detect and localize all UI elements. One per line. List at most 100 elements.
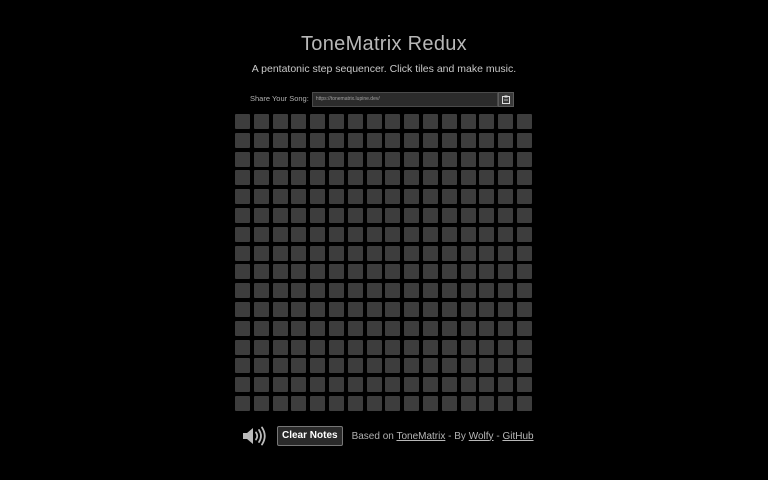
grid-tile[interactable] [441, 114, 457, 129]
grid-tile[interactable] [253, 264, 269, 280]
grid-tile[interactable] [291, 358, 307, 374]
grid-tile[interactable] [441, 264, 457, 280]
grid-tile[interactable] [366, 358, 382, 374]
grid-tile[interactable] [516, 283, 532, 299]
grid-tile[interactable] [235, 339, 250, 355]
grid-tile[interactable] [272, 320, 288, 336]
grid-tile[interactable] [272, 301, 288, 317]
grid-tile[interactable] [310, 132, 326, 148]
grid-tile[interactable] [253, 301, 269, 317]
grid-tile[interactable] [441, 339, 457, 355]
grid-tile[interactable] [422, 320, 438, 336]
grid-tile[interactable] [366, 114, 382, 129]
grid-tile[interactable] [422, 226, 438, 242]
grid-tile[interactable] [441, 283, 457, 299]
grid-tile[interactable] [516, 320, 532, 336]
grid-tile[interactable] [404, 245, 420, 261]
grid-tile[interactable] [347, 189, 363, 205]
grid-tile[interactable] [253, 132, 269, 148]
grid-tile[interactable] [272, 245, 288, 261]
grid-tile[interactable] [385, 207, 401, 223]
grid-tile[interactable] [422, 377, 438, 393]
grid-tile[interactable] [460, 132, 476, 148]
grid-tile[interactable] [385, 395, 401, 411]
grid-tile[interactable] [291, 245, 307, 261]
grid-tile[interactable] [328, 226, 344, 242]
grid-tile[interactable] [291, 264, 307, 280]
grid-tile[interactable] [291, 395, 307, 411]
grid-tile[interactable] [422, 283, 438, 299]
grid-tile[interactable] [516, 245, 532, 261]
grid-tile[interactable] [479, 283, 495, 299]
grid-tile[interactable] [385, 151, 401, 167]
grid-tile[interactable] [404, 358, 420, 374]
grid-tile[interactable] [498, 151, 514, 167]
grid-tile[interactable] [441, 377, 457, 393]
grid-tile[interactable] [498, 207, 514, 223]
grid-tile[interactable] [272, 283, 288, 299]
grid-tile[interactable] [253, 189, 269, 205]
grid-tile[interactable] [516, 226, 532, 242]
grid-tile[interactable] [366, 189, 382, 205]
grid-tile[interactable] [460, 114, 476, 129]
grid-tile[interactable] [253, 207, 269, 223]
grid-tile[interactable] [385, 132, 401, 148]
grid-tile[interactable] [328, 320, 344, 336]
github-link[interactable]: GitHub [502, 431, 533, 442]
grid-tile[interactable] [404, 151, 420, 167]
grid-tile[interactable] [422, 245, 438, 261]
grid-tile[interactable] [441, 226, 457, 242]
grid-tile[interactable] [291, 189, 307, 205]
grid-tile[interactable] [460, 395, 476, 411]
grid-tile[interactable] [385, 301, 401, 317]
grid-tile[interactable] [272, 114, 288, 129]
grid-tile[interactable] [347, 226, 363, 242]
grid-tile[interactable] [366, 132, 382, 148]
grid-tile[interactable] [516, 264, 532, 280]
grid-tile[interactable] [498, 189, 514, 205]
grid-tile[interactable] [291, 339, 307, 355]
grid-tile[interactable] [310, 377, 326, 393]
grid-tile[interactable] [498, 114, 514, 129]
grid-tile[interactable] [460, 377, 476, 393]
grid-tile[interactable] [385, 189, 401, 205]
grid-tile[interactable] [404, 395, 420, 411]
grid-tile[interactable] [498, 170, 514, 186]
grid-tile[interactable] [404, 207, 420, 223]
grid-tile[interactable] [272, 132, 288, 148]
grid-tile[interactable] [235, 189, 250, 205]
grid-tile[interactable] [235, 114, 250, 129]
grid-tile[interactable] [235, 245, 250, 261]
grid-tile[interactable] [366, 245, 382, 261]
grid-tile[interactable] [498, 377, 514, 393]
grid-tile[interactable] [498, 301, 514, 317]
grid-tile[interactable] [498, 245, 514, 261]
grid-tile[interactable] [498, 320, 514, 336]
grid-tile[interactable] [347, 207, 363, 223]
grid-tile[interactable] [479, 320, 495, 336]
grid-tile[interactable] [310, 395, 326, 411]
grid-tile[interactable] [441, 358, 457, 374]
grid-tile[interactable] [441, 320, 457, 336]
grid-tile[interactable] [291, 377, 307, 393]
grid-tile[interactable] [385, 170, 401, 186]
tonematrix-link[interactable]: ToneMatrix [396, 431, 445, 442]
grid-tile[interactable] [385, 320, 401, 336]
grid-tile[interactable] [328, 170, 344, 186]
grid-tile[interactable] [347, 132, 363, 148]
grid-tile[interactable] [516, 377, 532, 393]
grid-tile[interactable] [347, 301, 363, 317]
copy-url-button[interactable] [497, 91, 514, 107]
grid-tile[interactable] [404, 189, 420, 205]
grid-tile[interactable] [498, 358, 514, 374]
grid-tile[interactable] [404, 339, 420, 355]
grid-tile[interactable] [441, 207, 457, 223]
grid-tile[interactable] [479, 377, 495, 393]
grid-tile[interactable] [422, 170, 438, 186]
grid-tile[interactable] [328, 358, 344, 374]
grid-tile[interactable] [366, 264, 382, 280]
grid-tile[interactable] [253, 377, 269, 393]
grid-tile[interactable] [498, 395, 514, 411]
grid-tile[interactable] [422, 395, 438, 411]
grid-tile[interactable] [479, 339, 495, 355]
